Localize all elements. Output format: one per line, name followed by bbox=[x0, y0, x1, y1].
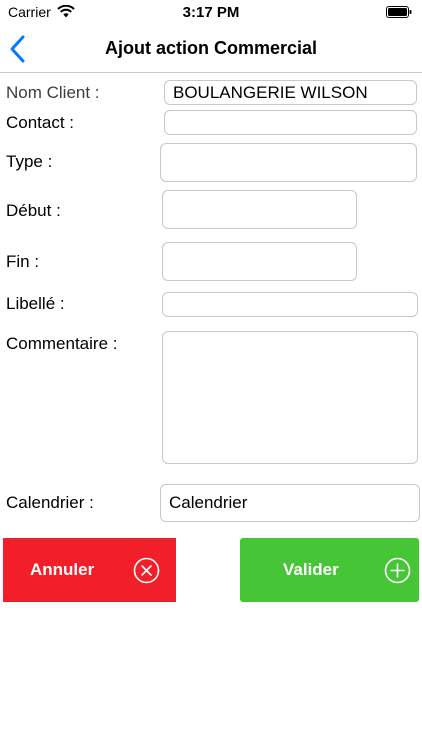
fin-label: Fin : bbox=[6, 252, 40, 271]
type-label: Type : bbox=[6, 152, 53, 171]
start-date-field[interactable] bbox=[162, 190, 357, 229]
cancel-button-label: Annuler bbox=[30, 560, 95, 579]
end-date-field[interactable] bbox=[162, 242, 357, 281]
battery-icon bbox=[386, 6, 412, 18]
calendrier-label: Calendrier : bbox=[6, 493, 94, 512]
calendar-field[interactable] bbox=[160, 484, 420, 522]
type-field[interactable] bbox=[160, 143, 417, 182]
validate-button[interactable]: Valider bbox=[240, 538, 419, 602]
circle-plus-icon bbox=[384, 557, 411, 584]
debut-label: Début : bbox=[6, 201, 61, 220]
navigation-bar: Ajout action Commercial bbox=[0, 24, 422, 73]
cancel-button[interactable]: Annuler bbox=[3, 538, 176, 602]
page-title: Ajout action Commercial bbox=[104, 38, 318, 58]
client-name-field[interactable] bbox=[164, 80, 417, 105]
contact-field[interactable] bbox=[164, 110, 417, 135]
status-bar: Carrier 3:17 PM bbox=[0, 0, 422, 24]
circle-x-icon bbox=[133, 557, 160, 584]
validate-button-label: Valider bbox=[283, 560, 339, 579]
commentaire-label: Commentaire : bbox=[6, 334, 118, 353]
comment-textarea[interactable] bbox=[162, 331, 418, 464]
contact-label: Contact : bbox=[6, 113, 75, 132]
libelle-label: Libellé : bbox=[6, 294, 65, 313]
libelle-field[interactable] bbox=[162, 292, 418, 317]
client-label: Nom Client : bbox=[6, 83, 100, 102]
clock: 3:17 PM bbox=[182, 4, 240, 21]
